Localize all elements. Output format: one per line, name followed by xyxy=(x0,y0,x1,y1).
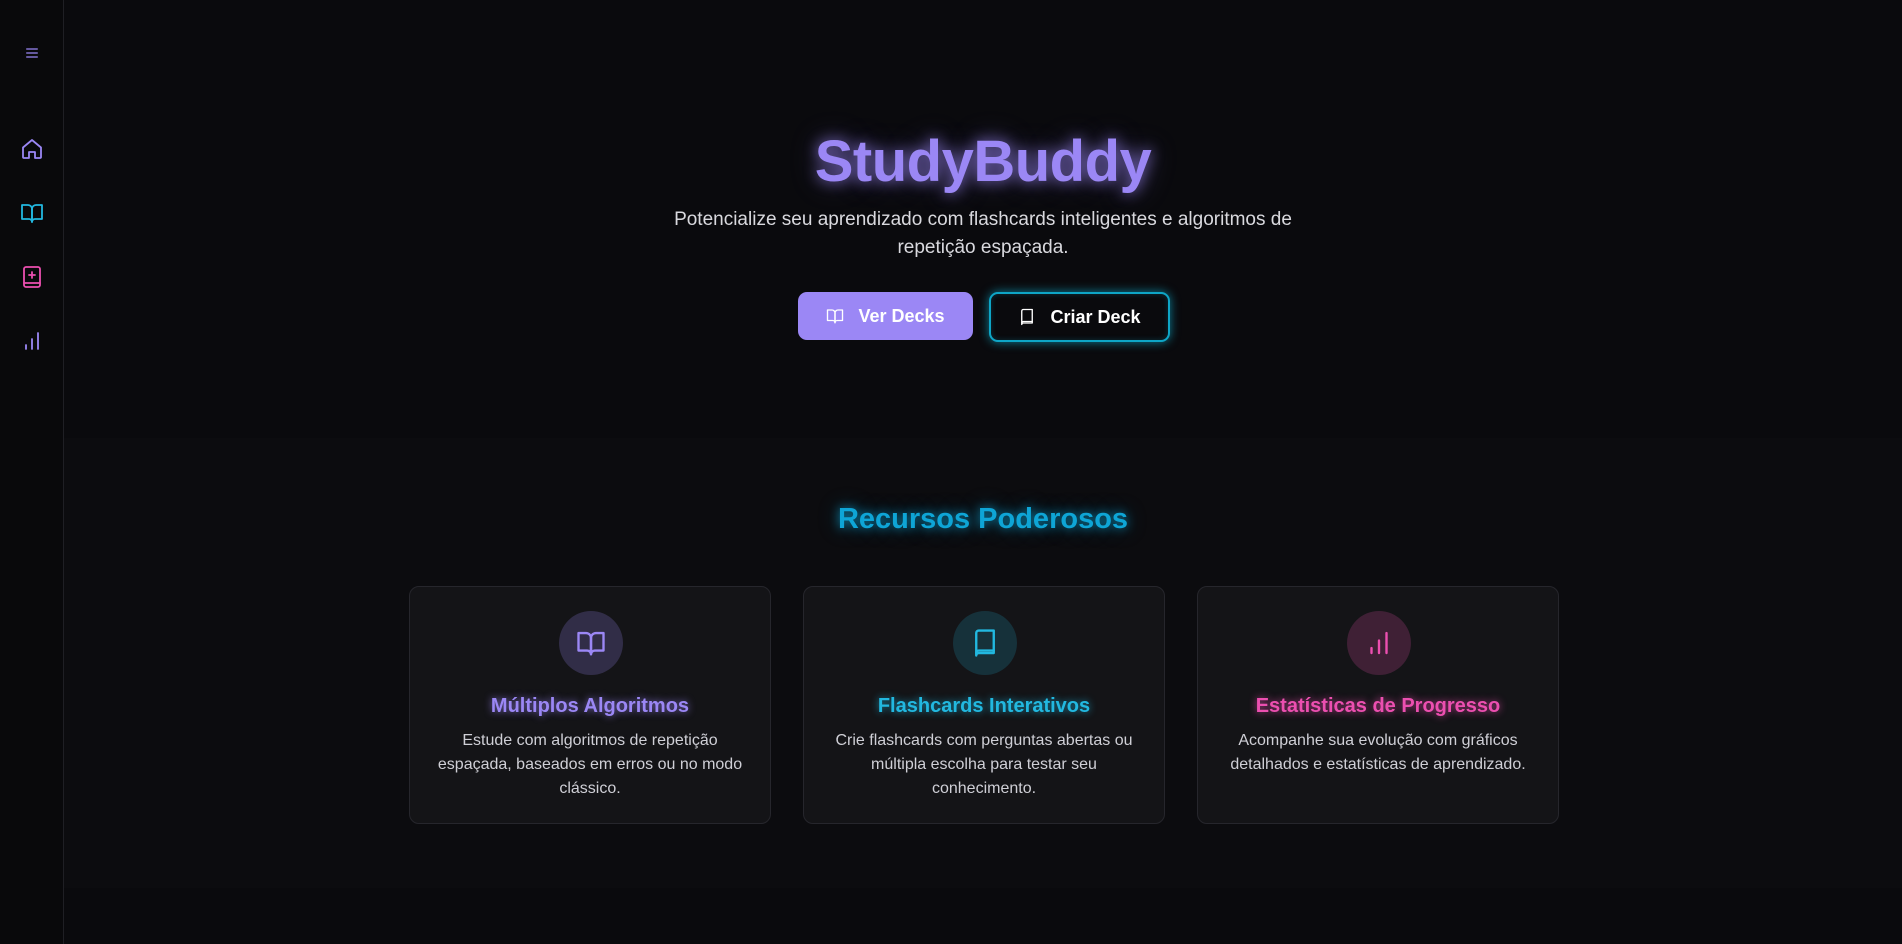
feature-card-title: Múltiplos Algoritmos xyxy=(490,695,690,717)
create-deck-button[interactable]: Criar Deck xyxy=(989,292,1170,342)
bar-chart-icon xyxy=(1370,631,1388,655)
feature-card-description: Crie flashcards com perguntas abertas ou… xyxy=(835,732,1133,797)
sidebar xyxy=(0,0,64,944)
footer-strip xyxy=(64,888,1902,944)
book-icon xyxy=(1021,308,1034,326)
hero-subtitle: Potencialize seu aprendizado com flashca… xyxy=(674,209,1292,258)
feature-card-description: Acompanhe sua evolução com gráficos deta… xyxy=(1230,732,1526,773)
bar-chart-icon xyxy=(25,332,39,350)
feature-card-title: Estatísticas de Progresso xyxy=(1255,695,1501,717)
sidebar-item-create-deck[interactable] xyxy=(16,261,48,293)
sidebar-item-home[interactable] xyxy=(16,133,48,165)
sidebar-item-decks[interactable] xyxy=(16,197,48,229)
book-open-icon xyxy=(21,204,43,223)
features-title: Recursos Poderosos xyxy=(837,503,1129,535)
book-open-icon xyxy=(827,309,844,324)
hero-title: StudyBuddy xyxy=(814,129,1152,194)
hero-subtitle-wrap: Potencialize seu aprendizado com flashca… xyxy=(64,206,1902,262)
feature-icon-circle xyxy=(953,611,1017,675)
feature-card-flashcards: Flashcards Interativos Crie flashcards c… xyxy=(803,586,1165,824)
feature-card-title: Flashcards Interativos xyxy=(877,695,1091,717)
feature-icon-circle xyxy=(1347,611,1411,675)
sidebar-item-statistics[interactable] xyxy=(16,325,48,357)
menu-icon xyxy=(26,48,38,58)
view-decks-button[interactable]: Ver Decks xyxy=(798,292,973,340)
main-content: StudyBuddy Potencialize seu aprendizado … xyxy=(64,0,1902,944)
book-icon xyxy=(975,629,995,657)
menu-toggle-button[interactable] xyxy=(16,37,48,69)
feature-card-algorithms: Múltiplos Algoritmos Estude com algoritm… xyxy=(409,586,771,824)
feature-card-description: Estude com algoritmos de repetição espaç… xyxy=(437,732,743,797)
feature-icon-circle xyxy=(559,611,623,675)
home-icon xyxy=(22,139,42,159)
create-deck-label: Criar Deck xyxy=(1050,306,1141,327)
view-decks-label: Ver Decks xyxy=(858,305,945,326)
feature-card-statistics: Estatísticas de Progresso Acompanhe sua … xyxy=(1197,586,1559,824)
book-plus-icon xyxy=(23,266,41,288)
book-open-icon xyxy=(577,631,605,656)
